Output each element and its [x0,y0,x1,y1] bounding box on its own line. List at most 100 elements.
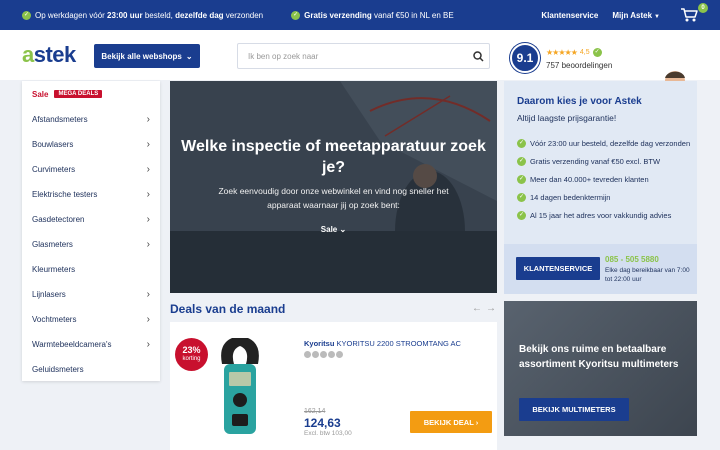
star-icon [328,351,335,358]
all-webshops-button[interactable]: Bekijk alle webshops ⌄ [94,44,200,68]
star-icon [304,351,311,358]
usp-bold: dezelfde dag [175,10,224,20]
sidebar-item-label: Warmtebeeldcamera's [32,340,112,349]
opening-hours: Elke dag bereikbaar van 7:00 tot 22:00 u… [605,267,690,283]
usp-list: ✓ Vóór 23:00 uur besteld, dezelfde dag ve… [517,138,692,228]
usp-item-text: 14 dagen bedenktermijn [530,193,611,202]
sidebar-item-label: Geluidsmeters [32,365,84,374]
cart-icon [681,8,698,22]
usp-free-shipping: ✓ Gratis verzending vanaf €50 in NL en B… [291,10,454,20]
usp-item-text: Gratis verzending vanaf €50 excl. BTW [530,157,661,166]
hero-title: Welke inspectie of meetapparatuur zoek j… [181,138,486,176]
chevron-right-icon: › [146,164,150,175]
price-excl-vat: Excl. btw 103,00 [304,430,352,437]
arrow-left-icon[interactable]: ← [470,303,484,314]
usp-text-1: Op werkdagen vóór 23:00 uur besteld, dez… [35,11,263,20]
sidebar-item[interactable]: Lijnlasers › [22,282,160,307]
hero-category-select[interactable]: Sale ⌄ [170,225,497,234]
usp-bold: Gratis verzending [304,10,372,20]
usp-item: ✓ 14 dagen bedenktermijn [517,192,692,203]
sidebar-item-label: Kleurmeters [32,265,76,274]
chevron-down-icon: ⌄ [339,225,347,234]
cart-count-badge: 0 [698,3,708,13]
top-bar: ✓ Op werkdagen vóór 23:00 uur besteld, d… [0,0,720,30]
usp-text: besteld, [142,10,176,20]
discount-percent: 23% [182,345,201,355]
customer-service-button[interactable]: KLANTENSERVICE [516,257,600,280]
why-subtitle: Altijd laagste prijsgarantie! [517,113,617,123]
view-deal-button[interactable]: BEKIJK DEAL › [410,411,492,433]
search-input[interactable] [238,44,467,68]
category-list: Afstandsmeters › Bouwlasers › Curvimeters › El… [22,107,160,382]
usp-item-text: Meer dan 40.000+ tevreden klanten [530,175,649,184]
verified-check-icon: ✓ [592,48,602,57]
hero-select-label: Sale [320,225,338,234]
customer-service-block: KLANTENSERVICE 085 - 505 5880 Elke dag b… [504,244,697,294]
logo-letter: a [22,42,34,67]
discount-label: korting [182,356,201,362]
usp-time: 23:00 uur [107,10,143,20]
sidebar-item-label: Glasmeters [32,240,73,249]
sidebar-item-label: Vochtmeters [32,315,77,324]
chevron-right-icon: › [146,239,150,250]
sidebar-item[interactable]: Glasmeters › [22,232,160,257]
sale-label: Sale [32,89,49,99]
star-icon [312,351,319,358]
sidebar-item[interactable]: Curvimeters › [22,157,160,182]
check-icon: ✓ [517,157,526,166]
check-icon: ✓ [517,211,526,220]
deal-card[interactable]: 23% korting Kyoritsu KYORITSU 2200 STROO… [170,322,497,450]
cart-button[interactable]: 0 [680,3,708,23]
search-box [237,43,490,69]
sidebar-item[interactable]: Geluidsmeters [22,357,160,382]
discount-badge: 23% korting [175,338,208,371]
check-icon: ✓ [517,139,526,148]
header: astek Bekijk alle webshops ⌄ 9.1 ★★★★★ 4… [0,30,720,110]
sidebar-item[interactable]: Kleurmeters [22,257,160,282]
chevron-right-icon: › [146,314,150,325]
usp-text-2: Gratis verzending vanaf €50 in NL en BE [304,11,454,20]
category-sidebar: Sale MEGA DEALS Afstandsmeters › Bouwlaser… [22,81,160,381]
sidebar-item-label: Elektrische testers [32,190,98,199]
sidebar-item-label: Lijnlasers [32,290,66,299]
product-title[interactable]: Kyoritsu KYORITSU 2200 STROOMTANG AC [304,339,461,348]
usp-item: ✓ Vóór 23:00 uur besteld, dezelfde dag ve… [517,138,692,149]
sidebar-item-label: Gasdetectoren [32,215,85,224]
reviews-count[interactable]: 757 beoordelingen [546,61,612,70]
phone-number[interactable]: 085 - 505 5880 [605,255,659,264]
promo-text: Bekijk ons ruime en betaalbare assortime… [519,344,679,370]
view-multimeters-button[interactable]: BEKIJK MULTIMETERS [519,398,629,421]
rating-score-badge: 9.1 [510,43,540,73]
rating-stars: ★★★★★ 4,5 ✓ [546,48,602,57]
usp-item-text: Al 15 jaar het adres voor vakkundig advi… [530,211,672,220]
sidebar-item-sale[interactable]: Sale MEGA DEALS [22,81,160,107]
check-icon: ✓ [22,10,31,20]
my-account-label: Mijn Astek [612,10,653,20]
astek-logo[interactable]: astek [22,43,76,67]
arrow-right-icon[interactable]: → [484,303,498,314]
usp-text: Op werkdagen vóór [35,10,108,20]
sidebar-item[interactable]: Warmtebeeldcamera's › [22,332,160,357]
sidebar-item[interactable]: Elektrische testers › [22,182,160,207]
sidebar-item[interactable]: Afstandsmeters › [22,107,160,132]
usp-item: ✓ Al 15 jaar het adres voor vakkundig adv… [517,210,692,221]
chevron-right-icon: › [146,139,150,150]
sidebar-item[interactable]: Bouwlasers › [22,132,160,157]
why-title: Daarom kies je voor Astek [517,96,642,107]
chevron-down-icon: ⌄ [185,51,193,61]
star-icon [320,351,327,358]
rating-value: 4,5 [579,49,590,56]
sidebar-item[interactable]: Vochtmeters › [22,307,160,332]
my-account-link[interactable]: Mijn Astek ▼ [612,11,660,20]
customer-service-link[interactable]: Klantenservice [541,11,598,20]
usp-item-text: Vóór 23:00 uur besteld, dezelfde dag ver… [530,139,691,148]
star-icon [336,351,343,358]
sidebar-item-label: Curvimeters [32,165,76,174]
deals-title: Deals van de maand [170,302,286,316]
sidebar-item[interactable]: Gasdetectoren › [22,207,160,232]
chevron-right-icon: › [146,289,150,300]
clamp-meter-image [221,338,259,434]
search-icon[interactable] [467,44,489,68]
usp-text: verzonden [223,10,264,20]
usp-item: ✓ Meer dan 40.000+ tevreden klanten [517,174,692,185]
